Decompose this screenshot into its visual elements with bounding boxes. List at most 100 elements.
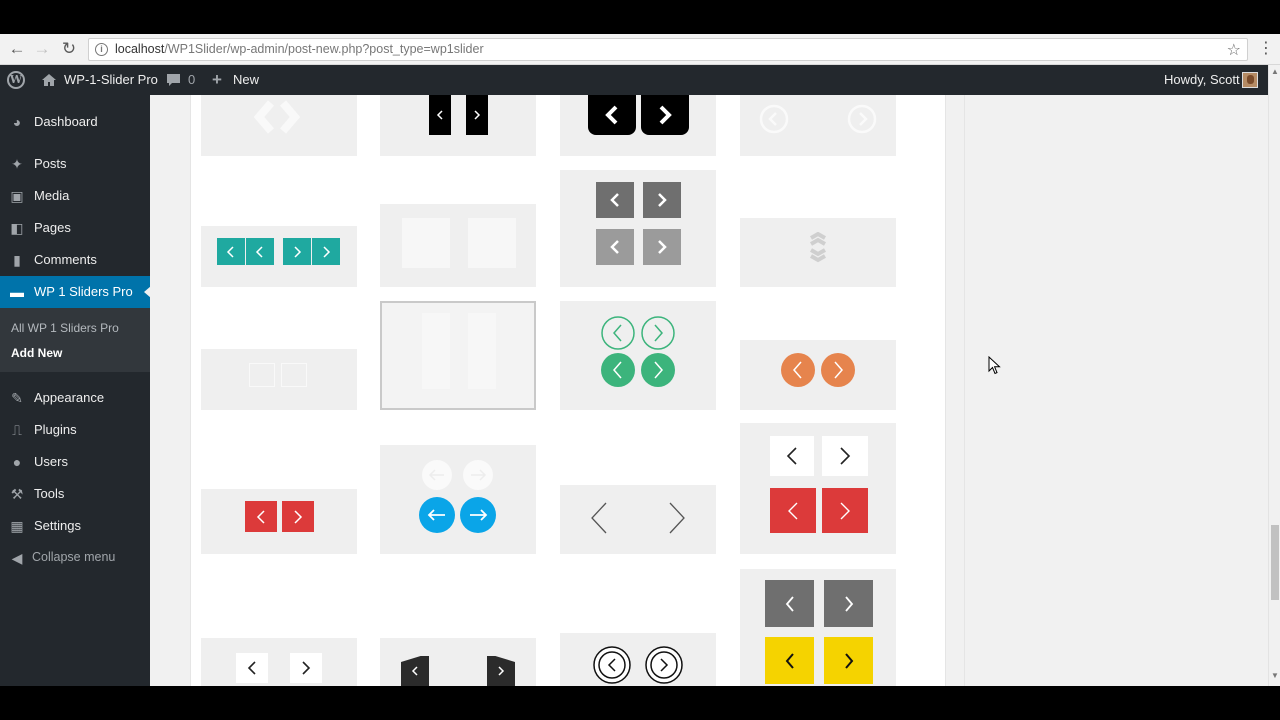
comment-icon: [167, 74, 180, 86]
arrow-style-option[interactable]: [380, 445, 536, 554]
arrow-right-button-black-rounded: [641, 95, 689, 135]
site-name: WP-1-Slider Pro: [64, 72, 158, 87]
arrow-style-option[interactable]: [201, 638, 357, 686]
plus-icon: +: [212, 70, 222, 89]
avatar[interactable]: [1242, 72, 1258, 88]
arrow-left-button-black: [429, 95, 451, 135]
chevron-left-icon: [605, 105, 618, 125]
forward-button[interactable]: →: [32, 39, 52, 59]
arrow-style-option[interactable]: [201, 349, 357, 410]
sidebar-item-users[interactable]: ● Users: [0, 446, 150, 478]
collapse-icon: ◀: [11, 550, 23, 566]
sidebar-item-media[interactable]: ▣ Media: [0, 180, 150, 212]
gray-right-button-1: [643, 182, 681, 218]
sidebar-item-wp1-sliders-pro[interactable]: ▬ WP 1 Sliders Pro: [0, 276, 151, 308]
sidebar-item-appearance[interactable]: ✎ Appearance: [0, 382, 150, 414]
scroll-down-icon[interactable]: ▼: [1269, 671, 1280, 680]
chevron-right-icon: [658, 193, 667, 207]
info-icon[interactable]: i: [95, 43, 108, 56]
arrow-style-option[interactable]: [380, 204, 536, 287]
vertical-dots-icon[interactable]: ⋮: [1258, 39, 1274, 59]
main-content: [150, 95, 1268, 686]
sidebar-item-comments[interactable]: ▮ Comments: [0, 244, 150, 276]
arrow-style-option[interactable]: [560, 633, 716, 686]
gray-right-button-large: [824, 580, 873, 627]
collapse-menu-button[interactable]: ◀ Collapse menu: [0, 542, 150, 574]
arrow-style-option[interactable]: [740, 423, 896, 554]
thin-chevrons-icon: [591, 502, 685, 534]
arrow-style-option[interactable]: [740, 569, 896, 686]
sidebar-item-plugins[interactable]: ⎍ Plugins: [0, 414, 150, 446]
sidebar-item-label: Appearance: [34, 390, 105, 405]
sidebar-item-label: Users: [34, 454, 68, 469]
sidebar-item-settings[interactable]: ▦ Settings: [0, 510, 150, 542]
arrow-style-option[interactable]: [560, 301, 716, 410]
bottom-black-bar: [0, 686, 1280, 720]
address-bar[interactable]: i localhost/WP1Slider/wp-admin/post-new.…: [88, 38, 1248, 61]
reload-icon: ↻: [61, 39, 77, 58]
arrow-style-option-selected[interactable]: [380, 301, 536, 410]
arrow-style-option[interactable]: [560, 95, 716, 156]
arrow-style-option[interactable]: [201, 489, 357, 554]
star-icon[interactable]: ☆: [1227, 40, 1241, 60]
dark-right-tab-button: [487, 656, 515, 686]
sidebar-item-tools[interactable]: ⚒ Tools: [0, 478, 150, 510]
arrow-style-option[interactable]: [740, 218, 896, 287]
blue-circle-arrows-icon: [419, 460, 496, 533]
chevron-right-icon: [294, 245, 302, 258]
back-button[interactable]: ←: [7, 39, 27, 59]
settings-icon: ▦: [10, 518, 24, 534]
scroll-up-icon[interactable]: ▲: [1269, 67, 1280, 76]
chevron-right-icon: [498, 666, 505, 676]
chevron-right-icon: [844, 652, 853, 669]
url-host: localhost: [115, 42, 165, 56]
howdy-text: Howdy, Scott: [1164, 72, 1240, 87]
chevron-left-icon: [247, 661, 256, 675]
white-left-button: [770, 436, 814, 476]
chevron-right-icon: [474, 110, 481, 120]
faint-right-panel: [468, 313, 496, 389]
arrow-style-option[interactable]: [740, 340, 896, 410]
faint-left-box: [249, 363, 275, 387]
sidebar-item-label: WP 1 Sliders Pro: [34, 284, 133, 299]
white-right-button: [822, 436, 868, 476]
page-scrollbar[interactable]: ▲ ▼: [1268, 65, 1280, 686]
orange-circle-arrows-icon: [781, 353, 855, 387]
media-icon: ▣: [10, 188, 24, 204]
chevron-left-icon: [226, 245, 234, 258]
arrow-style-option[interactable]: [740, 95, 896, 156]
chevron-left-icon: [255, 245, 263, 258]
chevron-right-icon: [658, 240, 667, 254]
reload-button[interactable]: ↻: [59, 39, 79, 59]
arrow-style-option[interactable]: [380, 95, 536, 156]
scrollbar-thumb[interactable]: [1271, 525, 1279, 600]
chevron-right-icon: [294, 509, 303, 524]
howdy-user[interactable]: Howdy, Scott: [1164, 65, 1240, 95]
brush-icon: ✎: [11, 390, 23, 406]
sidebar-item-posts[interactable]: ✦ Posts: [0, 148, 150, 180]
arrow-style-option[interactable]: [560, 170, 716, 287]
submenu-item-all[interactable]: All WP 1 Sliders Pro: [11, 321, 119, 335]
chevron-left-icon: [788, 502, 798, 519]
chevron-right-icon: [323, 245, 331, 258]
sidebar-item-pages[interactable]: ◧ Pages: [0, 212, 150, 244]
arrow-style-option[interactable]: [201, 95, 357, 156]
pin-icon: ✦: [11, 156, 23, 172]
faint-left-panel: [422, 313, 450, 389]
sidebar-column-divider: [964, 95, 965, 686]
stacked-chevrons-icon: [810, 232, 826, 263]
arrow-style-option[interactable]: [560, 485, 716, 554]
sidebar-item-dashboard[interactable]: ◕ Dashboard: [0, 106, 150, 138]
chevron-left-icon: [610, 240, 619, 254]
chevron-right-icon: [840, 447, 851, 465]
submenu-item-add-new[interactable]: Add New: [11, 346, 62, 360]
arrow-right-icon: →: [33, 39, 51, 58]
arrow-style-option[interactable]: [380, 638, 536, 686]
red-left-button: [245, 501, 277, 532]
chevron-left-icon: [610, 193, 619, 207]
sidebar-item-label: Pages: [34, 220, 71, 235]
wordpress-logo-icon[interactable]: W: [7, 71, 25, 89]
dark-left-tab-button: [401, 656, 429, 686]
chevron-right-icon: [840, 502, 850, 519]
arrow-style-option[interactable]: [201, 226, 357, 287]
